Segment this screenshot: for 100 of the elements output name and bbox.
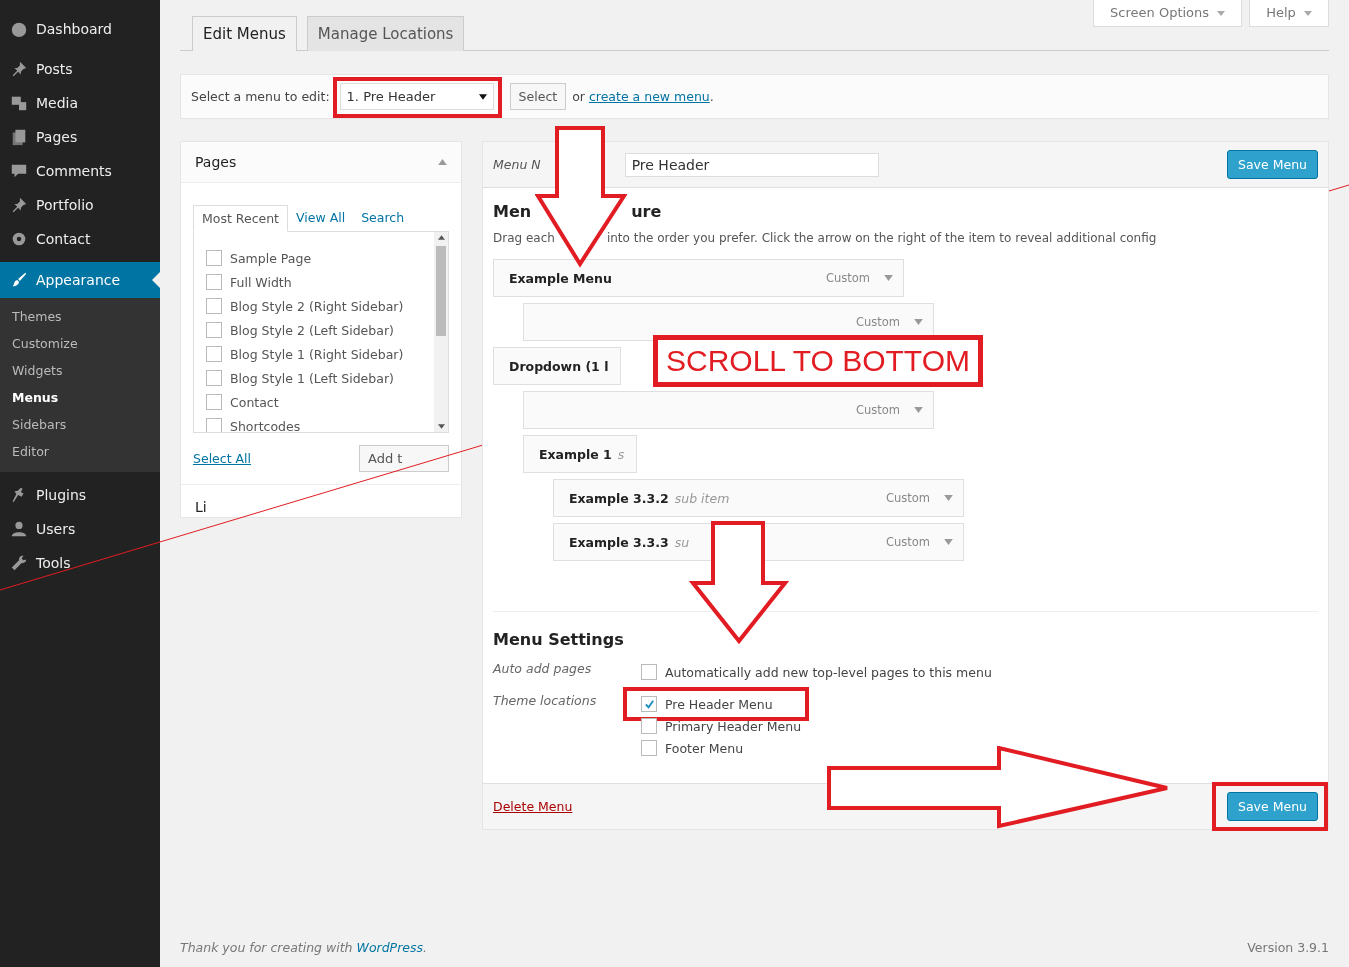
- section-title: Li: [195, 499, 207, 515]
- option-label: Footer Menu: [665, 740, 744, 756]
- page-label: Contact: [230, 394, 279, 410]
- pages-icon: [10, 128, 28, 146]
- expand-icon[interactable]: [884, 275, 893, 281]
- expand-icon[interactable]: [914, 319, 923, 325]
- scroll-down-icon[interactable]: [437, 424, 445, 429]
- checkbox[interactable]: [641, 718, 657, 734]
- option-label: Primary Header Menu: [665, 718, 802, 734]
- section-heading: Men: [493, 202, 532, 221]
- item-title: Example 3.3.3: [569, 534, 669, 550]
- checkbox[interactable]: [206, 394, 222, 410]
- item-type: Custom: [885, 535, 930, 549]
- page-label: Blog Style 1 (Left Sidebar): [230, 370, 394, 386]
- sidebar-item[interactable]: Contact: [0, 222, 160, 256]
- item-title: Dropdown (1 l: [509, 358, 609, 374]
- caret-icon: [1217, 11, 1226, 16]
- menu-item[interactable]: Dropdown (1 l: [493, 347, 622, 385]
- pin-icon: [10, 60, 28, 78]
- nav-tab[interactable]: Edit Menus: [192, 16, 297, 51]
- checkbox[interactable]: [206, 298, 222, 314]
- item-title: Example Menu: [509, 270, 612, 286]
- expand-icon[interactable]: [914, 407, 923, 413]
- scroll-up-icon[interactable]: [437, 235, 445, 240]
- sidebar-item[interactable]: Media: [0, 86, 160, 120]
- sidebar-item[interactable]: Plugins: [0, 478, 160, 512]
- sidebar-item[interactable]: Portfolio: [0, 188, 160, 222]
- submenu-item[interactable]: Themes: [0, 304, 160, 331]
- setting-label: Auto add pages: [493, 661, 593, 678]
- checkbox[interactable]: [206, 346, 222, 362]
- brush-icon: [10, 271, 28, 289]
- setting-label: Theme locations: [493, 693, 598, 710]
- sidebar-item[interactable]: Comments: [0, 154, 160, 188]
- item-title: Example 3.3.2: [569, 490, 669, 506]
- scrollbar[interactable]: [434, 232, 448, 432]
- page-label: Sample Page: [230, 250, 312, 266]
- checkbox[interactable]: [206, 370, 222, 386]
- callout-label: SCROLL TO BOTTOM: [653, 335, 983, 387]
- select-all-link[interactable]: Select All: [193, 451, 252, 466]
- menu-dropdown[interactable]: 1. Pre Header: [339, 83, 494, 110]
- checkbox[interactable]: [206, 418, 222, 432]
- checkbox[interactable]: [206, 322, 222, 338]
- checkmark-icon: [643, 698, 655, 710]
- footer-text: Thank you for creating with WordPress.: [180, 940, 427, 955]
- panel-tab[interactable]: Search: [353, 205, 413, 232]
- panel-tab[interactable]: Most Recent: [193, 205, 289, 232]
- wrench-icon: [10, 554, 28, 572]
- item-type: Custom: [855, 315, 900, 329]
- page-label: Full Width: [230, 274, 292, 290]
- screen-tab-button[interactable]: Help: [1249, 0, 1329, 27]
- add-to-menu-button[interactable]: Add t: [359, 445, 449, 472]
- checkbox[interactable]: [641, 696, 657, 712]
- select-label: Select a menu to edit:: [191, 89, 330, 104]
- option-label: Pre Header Menu: [665, 696, 773, 712]
- caret-icon: [478, 93, 487, 100]
- page-label: Blog Style 2 (Right Sidebar): [230, 298, 404, 314]
- sidebar-item[interactable]: Users: [0, 512, 160, 546]
- description-text: Drag each: [493, 231, 555, 245]
- item-note: su: [674, 534, 690, 550]
- wordpress-link[interactable]: WordPress: [356, 940, 423, 955]
- delete-menu-link[interactable]: Delete Menu: [493, 799, 573, 814]
- checkbox[interactable]: [641, 664, 657, 680]
- panel-tab[interactable]: View All: [288, 205, 354, 232]
- menu-item[interactable]: Custom: [523, 391, 934, 429]
- panel-title: Pages: [195, 154, 237, 170]
- media-icon: [10, 94, 28, 112]
- nav-tab[interactable]: Manage Locations: [306, 16, 465, 51]
- collapse-icon[interactable]: [438, 159, 447, 165]
- create-menu-link[interactable]: create a new menu: [588, 89, 710, 104]
- menu-item[interactable]: Example 1 s: [523, 435, 638, 473]
- checkbox[interactable]: [641, 740, 657, 756]
- page-label: Blog Style 2 (Left Sidebar): [230, 322, 394, 338]
- page-label: Shortcodes: [230, 418, 301, 432]
- version-text: Version 3.9.1: [1247, 940, 1329, 955]
- submenu-item[interactable]: Menus: [0, 385, 160, 412]
- expand-icon[interactable]: [944, 495, 953, 501]
- sidebar-item[interactable]: Dashboard: [0, 12, 160, 46]
- item-type: Custom: [825, 271, 870, 285]
- description-text: into the order you prefer. Click the arrow on the right of the item to reveal additional config: [606, 231, 1157, 245]
- menu-item[interactable]: Example Menu Custom: [493, 259, 904, 297]
- item-note: sub item: [674, 490, 730, 506]
- menu-name-field[interactable]: Pre Header: [624, 152, 879, 177]
- pin-icon: [10, 196, 28, 214]
- item-type: Custom: [855, 403, 900, 417]
- section-heading: ure: [631, 202, 662, 221]
- menu-item[interactable]: Example 3.3.2 sub item Custom: [553, 479, 964, 517]
- submenu-item[interactable]: Widgets: [0, 358, 160, 385]
- screen-tab-button[interactable]: Screen Options: [1093, 0, 1243, 27]
- sidebar-item[interactable]: Posts: [0, 52, 160, 86]
- select-button[interactable]: Select: [509, 83, 567, 110]
- sidebar-item[interactable]: Appearance: [0, 262, 160, 298]
- settings-icon: [10, 230, 28, 248]
- checkbox[interactable]: [206, 250, 222, 266]
- submenu-item[interactable]: Sidebars: [0, 412, 160, 439]
- section-heading: Menu Settings: [493, 630, 625, 649]
- sidebar-item[interactable]: Tools: [0, 546, 160, 580]
- submenu-item[interactable]: Customize: [0, 331, 160, 358]
- sidebar-item[interactable]: Pages: [0, 120, 160, 154]
- checkbox[interactable]: [206, 274, 222, 290]
- submenu-item[interactable]: Editor: [0, 439, 160, 466]
